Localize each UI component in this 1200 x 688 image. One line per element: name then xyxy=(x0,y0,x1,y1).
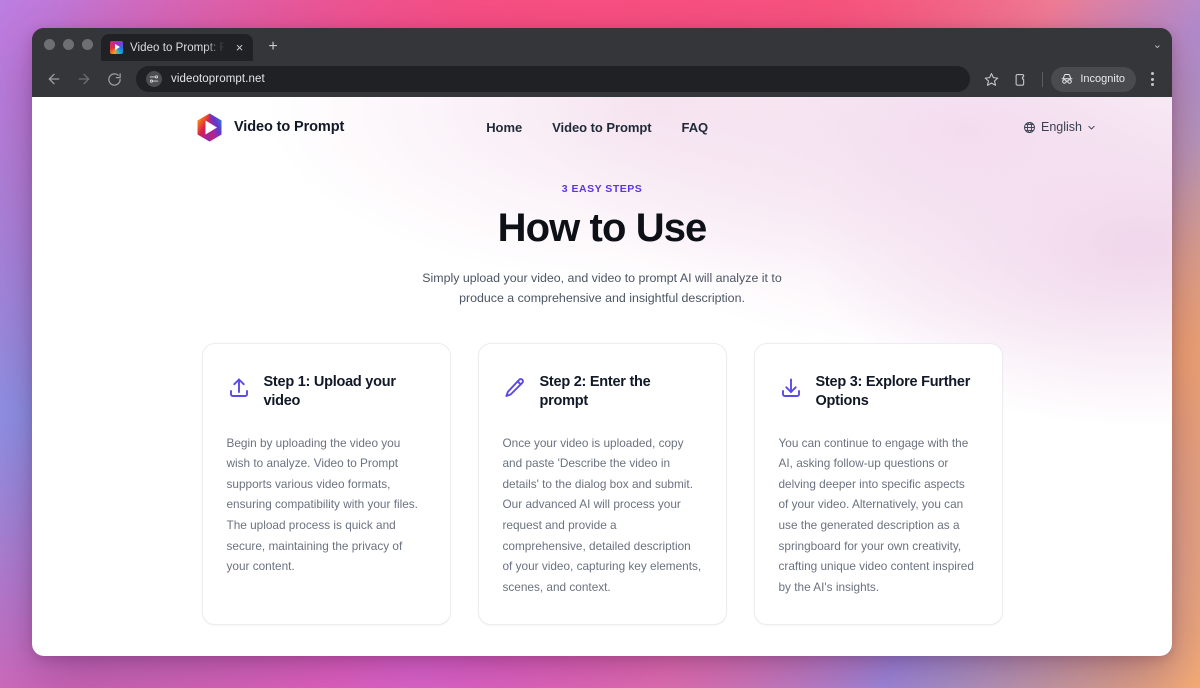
nav-item-video-to-prompt[interactable]: Video to Prompt xyxy=(552,120,651,135)
page-viewport: Video to Prompt Home Video to Prompt FAQ xyxy=(32,97,1172,656)
step-card-body: Begin by uploading the video you wish to… xyxy=(226,435,418,574)
hero-subtitle: Simply upload your video, and video to p… xyxy=(422,270,782,305)
incognito-hat-icon xyxy=(1061,73,1073,84)
tune-icon[interactable] xyxy=(146,71,162,87)
step-card-title: Step 1: Upload your video xyxy=(263,373,396,410)
tab-favicon-icon xyxy=(110,41,123,54)
language-label: English xyxy=(1041,120,1082,134)
tab-title: Video to Prompt: Free AI Vide xyxy=(130,41,225,54)
brand-logo-link[interactable]: Video to Prompt xyxy=(196,113,344,142)
step-card-header: Step 3: Explore Further Options xyxy=(779,373,978,412)
nav-item-faq[interactable]: FAQ xyxy=(682,120,709,135)
browser-tab[interactable]: Video to Prompt: Free AI Vide × xyxy=(101,34,253,61)
kebab-menu-icon[interactable] xyxy=(1140,66,1164,93)
upload-icon xyxy=(227,375,251,401)
browser-window: Video to Prompt: Free AI Vide × + ⌄ xyxy=(32,28,1172,656)
tabstrip-right-controls: ⌄ xyxy=(1153,28,1172,61)
download-icon xyxy=(779,375,803,401)
nav-item-home[interactable]: Home xyxy=(486,120,522,135)
chevron-down-icon xyxy=(1087,123,1096,132)
window-maximize-button[interactable] xyxy=(82,39,93,50)
step-card-title: Step 2: Enter the prompt xyxy=(539,373,651,410)
step-card: Step 1: Upload your video Begin by uploa… xyxy=(201,342,451,625)
step-card: Step 3: Explore Further Options You can … xyxy=(753,342,1003,625)
hero-section: 3 EASY STEPS How to Use Simply upload yo… xyxy=(32,157,1172,308)
site-navigation: Home Video to Prompt FAQ xyxy=(486,120,708,135)
step-card: Step 2: Enter the prompt Once your video… xyxy=(477,342,727,625)
star-icon[interactable] xyxy=(978,66,1005,93)
step-card-body: You can continue to engage with the AI, … xyxy=(778,435,974,595)
incognito-label: Incognito xyxy=(1080,73,1125,85)
window-minimize-button[interactable] xyxy=(63,39,74,50)
step-card-title: Step 3: Explore Further Options xyxy=(815,373,971,410)
incognito-badge[interactable]: Incognito xyxy=(1051,66,1136,92)
reload-button[interactable] xyxy=(100,65,128,93)
step-card-header: Step 2: Enter the prompt xyxy=(503,373,702,412)
browser-toolbar: videotoprompt.net Incognito xyxy=(32,61,1172,97)
site-header: Video to Prompt Home Video to Prompt FAQ xyxy=(32,97,1172,157)
window-close-button[interactable] xyxy=(44,39,55,50)
browser-tab-strip: Video to Prompt: Free AI Vide × + ⌄ xyxy=(32,28,1172,61)
brand-name: Video to Prompt xyxy=(234,119,345,135)
new-tab-button[interactable]: + xyxy=(260,34,286,60)
back-button[interactable] xyxy=(40,65,68,93)
step-card-body: Once your video is uploaded, copy and pa… xyxy=(502,435,702,595)
globe-icon xyxy=(1023,121,1036,134)
page-title: How to Use xyxy=(497,206,708,250)
language-selector[interactable]: English xyxy=(1023,120,1128,134)
steps-card-grid: Step 1: Upload your video Begin by uploa… xyxy=(32,342,1172,625)
toolbar-divider xyxy=(1042,71,1044,87)
address-bar-url: videotoprompt.net xyxy=(171,73,265,85)
window-traffic-lights xyxy=(42,28,101,61)
tab-search-chevron-down-icon[interactable]: ⌄ xyxy=(1153,38,1162,51)
toolbar-right-controls: Incognito xyxy=(978,66,1164,93)
forward-button[interactable] xyxy=(70,65,98,93)
extensions-icon[interactable] xyxy=(1007,66,1034,93)
tab-close-icon[interactable]: × xyxy=(232,40,247,55)
address-bar[interactable]: videotoprompt.net xyxy=(136,66,971,92)
hexagon-play-logo-icon xyxy=(196,113,223,142)
step-card-header: Step 1: Upload your video xyxy=(227,373,426,412)
hero-eyebrow: 3 EASY STEPS xyxy=(561,183,643,195)
pencil-icon xyxy=(503,375,527,401)
